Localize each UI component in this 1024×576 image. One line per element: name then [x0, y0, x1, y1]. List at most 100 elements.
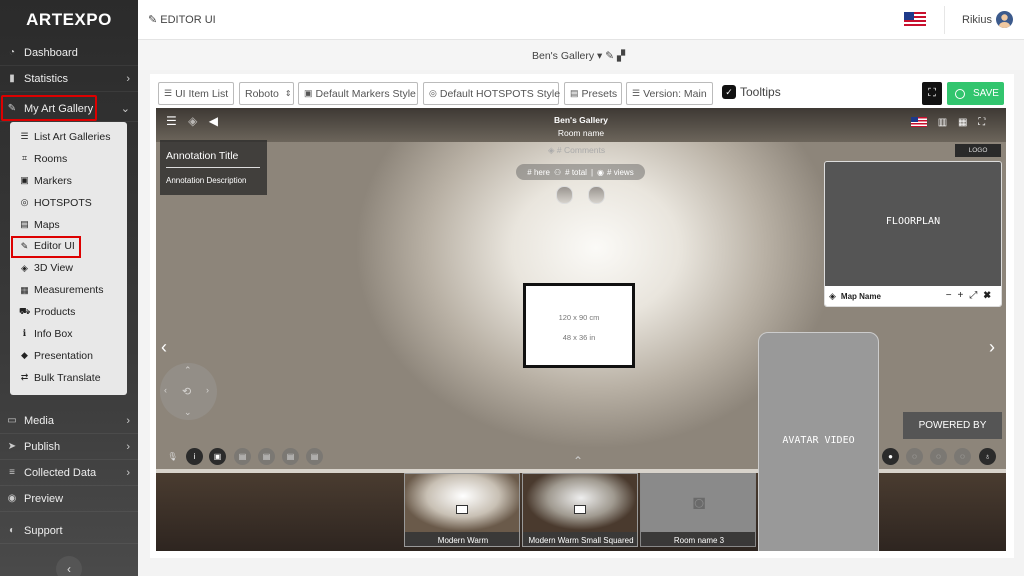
room-thumbnail[interactable]: Modern Warm — [404, 473, 520, 547]
zoom-in-icon[interactable]: + — [958, 290, 970, 301]
floorplan-panel[interactable]: FLOORPLAN ◈ Map Name −+⤢✖ — [824, 161, 1002, 307]
movement-joystick[interactable]: ⌃ ⌄ ‹ › ⟲ — [160, 363, 217, 420]
location-icon[interactable]: ● — [882, 448, 899, 465]
room-preview — [405, 474, 519, 532]
sidebar-item-label: Preview — [24, 492, 64, 505]
sidebar-item-media[interactable]: ▭ Media › — [0, 408, 138, 434]
editor-toolbar: ☰ UI Item List Roboto ⇕ ▣ Default Markers S… — [158, 82, 1006, 106]
us-flag-icon[interactable] — [904, 12, 926, 27]
sidebar-item-preview[interactable]: ◉ Preview — [0, 486, 138, 512]
submenu-item-products[interactable]: ⛟ Products — [10, 301, 127, 323]
submenu-item-rooms[interactable]: ⌗ Rooms — [10, 148, 127, 170]
logo-badge: LOGO — [955, 144, 1001, 157]
artwork-mini — [574, 505, 586, 514]
artexpo-logo[interactable]: ARTEXPO — [0, 0, 138, 40]
gallery-submenu: ☰ List Art Galleries ⌗ Rooms ▣ Markers ◎ HOT… — [10, 122, 127, 395]
cart-icon[interactable]: ▤ — [258, 448, 275, 465]
expand-icon[interactable]: ⤢ — [969, 290, 983, 301]
marker-icon: ▣ — [304, 88, 313, 98]
target-icon: ◎ — [429, 88, 437, 98]
previous-room-arrow[interactable]: ‹ — [161, 337, 167, 358]
floorplan-icon[interactable]: ▦ — [958, 117, 967, 128]
user-name[interactable]: Rikius — [962, 14, 992, 26]
chevron-down-icon: ⌄ — [120, 103, 130, 115]
viewport-room-name: Room name — [557, 128, 605, 138]
presets-button[interactable]: ▤ Presets — [564, 82, 622, 105]
support-icon: ◐ — [8, 525, 16, 536]
font-select[interactable]: Roboto ⇕ — [239, 82, 294, 105]
tooltips-label: Tooltips — [740, 85, 781, 99]
submenu-item-bulk-translate[interactable]: ⇄ Bulk Translate — [10, 367, 127, 389]
us-flag-icon[interactable] — [911, 117, 927, 128]
gallery-select-value: Ben's Gallery — [532, 50, 595, 62]
sidebar-item-dashboard[interactable]: ◔ Dashboard — [0, 40, 138, 66]
comments-label: # Comments — [556, 145, 606, 155]
annotation-title: Annotation Title — [166, 150, 239, 162]
close-icon[interactable]: ✖ — [983, 290, 997, 301]
submenu-item-presentation[interactable]: ◆ Presentation — [10, 345, 127, 367]
target-icon: ◎ — [20, 197, 29, 208]
powered-by-badge[interactable]: POWERED BY — [903, 412, 1002, 439]
sidebar-item-collected-data[interactable]: ≡ Collected Data › — [0, 460, 138, 486]
link-icon[interactable]: ◌ — [906, 448, 923, 465]
chevron-right-icon: › — [126, 466, 130, 479]
avatar-video-label: AVATAR VIDEO — [782, 435, 855, 446]
message-icon[interactable]: ◌ — [930, 448, 947, 465]
here-count: # here — [527, 167, 550, 177]
markers-style-button[interactable]: ▣ Default Markers Style — [298, 82, 418, 105]
comments-counter[interactable]: ◈ # Comments — [548, 145, 605, 156]
sidebar: ARTEXPO ◔ Dashboard ▮ Statistics › ✎ My … — [0, 0, 138, 576]
annotation-box[interactable]: Annotation Title Annotation Description — [160, 140, 267, 195]
submenu-item-list-art-galleries[interactable]: ☰ List Art Galleries — [10, 126, 127, 148]
share-icon[interactable]: ▤ — [306, 448, 323, 465]
submenu-item-3d-view[interactable]: ◈ 3D View — [10, 257, 127, 279]
circle-icon — [955, 88, 965, 99]
monitor-icon: ▭ — [7, 415, 17, 426]
artwork-marker[interactable]: 120 x 90 cm 48 x 36 in — [523, 283, 635, 368]
button-label: Presets — [581, 87, 618, 100]
cube-icon: ◈ — [21, 262, 28, 273]
artwork-dimension-cm: 120 x 90 cm — [558, 313, 600, 322]
submenu-item-hotspots[interactable]: ◎ HOTSPOTS — [10, 192, 127, 214]
chat-icon[interactable]: ▤ — [234, 448, 251, 465]
sidebar-item-support[interactable]: ◐ Support — [0, 518, 138, 544]
next-room-arrow[interactable]: › — [989, 337, 995, 358]
info-icon[interactable]: i — [186, 448, 203, 465]
submenu-item-markers[interactable]: ▣ Markers — [10, 170, 127, 192]
divider — [944, 6, 945, 34]
room-thumbnail[interactable]: ◙ Room name 3 — [640, 473, 756, 547]
edit-icon[interactable]: ✎ — [605, 50, 617, 62]
fullscreen-icon[interactable]: ⛶ — [978, 117, 985, 128]
tooltips-checkbox[interactable]: ✓ — [722, 85, 736, 99]
gallery-3d-viewport[interactable]: ☰ ◈ ◀ Ben's Gallery Room name ▥ ▦ ⛶ Anno… — [156, 108, 1006, 551]
ui-item-list-button[interactable]: ☰ UI Item List — [158, 82, 234, 105]
submenu-item-info-box[interactable]: ℹ Info Box — [10, 323, 127, 345]
hotspots-style-button[interactable]: ◎ Default HOTSPOTS Style — [423, 82, 560, 105]
visitor-stats: # here ⚇ # total | ◉ # views — [516, 164, 645, 180]
fullscreen-button[interactable]: ⛶ — [922, 82, 942, 105]
save-button[interactable]: SAVE — [947, 82, 1004, 105]
avatar-video-panel[interactable]: AVATAR VIDEO — [758, 332, 879, 551]
comments-icon: ◈ — [548, 145, 557, 155]
room-thumbnail[interactable]: Modern Warm Small Squared — [522, 473, 638, 547]
gallery-select[interactable]: Ben's Gallery ▾ ✎ ▞ — [532, 50, 625, 62]
chevron-right-icon: › — [126, 440, 130, 453]
submenu-item-measurements[interactable]: ▦ Measurements — [10, 279, 127, 301]
spotlight — [556, 186, 573, 204]
present-icon[interactable]: ▤ — [282, 448, 299, 465]
collapse-sidebar-button[interactable]: ‹ — [56, 556, 82, 576]
version-button[interactable]: ☰ Version: Main — [626, 82, 713, 105]
chevron-up-icon[interactable]: ⌃ — [573, 454, 583, 468]
sidebar-item-statistics[interactable]: ▮ Statistics › — [0, 66, 138, 92]
gallery-icon[interactable]: ▣ — [209, 448, 226, 465]
submenu-item-maps[interactable]: ▤ Maps — [10, 214, 127, 236]
sidebar-item-publish[interactable]: ➤ Publish › — [0, 434, 138, 460]
editor-ui-icon[interactable]: ▞ — [617, 50, 625, 62]
map-icon[interactable]: ▥ — [938, 117, 947, 128]
zoom-out-icon[interactable]: − — [946, 290, 958, 301]
microphone-icon[interactable]: 🎙 — [164, 448, 181, 465]
avatar[interactable] — [996, 11, 1013, 28]
lock-icon[interactable]: ◌ — [954, 448, 971, 465]
submenu-label: HOTSPOTS — [34, 196, 92, 209]
compass-icon[interactable]: ♁ — [979, 448, 996, 465]
